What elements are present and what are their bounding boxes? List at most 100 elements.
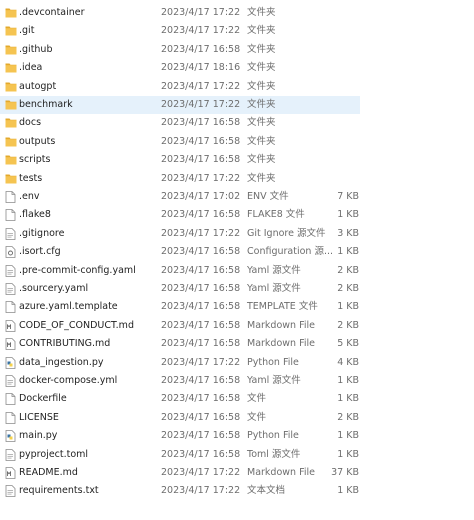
folder-icon bbox=[5, 25, 17, 37]
file-name: scripts bbox=[19, 154, 51, 166]
file-size: 3 KB bbox=[337, 227, 359, 239]
file-modified-date: 2023/4/17 17:22 bbox=[161, 80, 241, 92]
file-type: 文件夹 bbox=[247, 99, 276, 110]
text-file-icon bbox=[5, 485, 16, 498]
file-modified-date: 2023/4/17 16:58 bbox=[161, 448, 241, 460]
file-name: outputs bbox=[19, 135, 56, 147]
file-name: .gitignore bbox=[19, 227, 65, 239]
file-modified-date: 2023/4/17 16:58 bbox=[161, 154, 241, 166]
file-modified-date: 2023/4/17 16:58 bbox=[161, 338, 241, 350]
file-row[interactable]: README.md 2023/4/17 17:22 Markdown File 37 … bbox=[0, 464, 474, 482]
file-type: Markdown File bbox=[247, 319, 315, 331]
file-row[interactable]: CONTRIBUTING.md 2023/4/17 16:58 Markdown F… bbox=[0, 335, 474, 353]
file-name: .git bbox=[19, 25, 35, 37]
file-type: Yaml 源文件 bbox=[247, 264, 301, 276]
file-row[interactable]: outputs 2023/4/17 16:58 文件夹 bbox=[0, 133, 474, 151]
folder-icon bbox=[5, 154, 17, 166]
file-modified-date: 2023/4/17 17:22 bbox=[161, 356, 241, 368]
file-modified-date: 2023/4/17 16:58 bbox=[161, 264, 241, 276]
file-size: 2 KB bbox=[337, 283, 359, 294]
file-type: 文件夹 bbox=[247, 7, 276, 18]
file-modified-date: 2023/4/17 16:58 bbox=[161, 135, 241, 147]
file-row[interactable]: .pre-commit-config.yaml 2023/4/17 16:58 Ya… bbox=[0, 262, 474, 280]
file-type: Yaml 源文件 bbox=[247, 283, 301, 294]
folder-icon bbox=[5, 81, 17, 93]
file-type: 文件夹 bbox=[247, 117, 276, 129]
file-row[interactable]: LICENSE 2023/4/17 16:58 文件 2 KB bbox=[0, 409, 474, 427]
file-row[interactable]: .flake8 2023/4/17 16:58 FLAKE8 文件 1 KB bbox=[0, 206, 474, 224]
file-row[interactable]: pyproject.toml 2023/4/17 16:58 Toml 源文件 1 K… bbox=[0, 446, 474, 464]
file-name: .isort.cfg bbox=[19, 246, 61, 258]
file-size: 1 KB bbox=[337, 301, 359, 313]
config-file-icon bbox=[5, 246, 16, 259]
file-name: .pre-commit-config.yaml bbox=[19, 264, 136, 276]
file-size: 1 KB bbox=[337, 375, 359, 386]
file-row[interactable]: docs 2023/4/17 16:58 文件夹 bbox=[0, 114, 474, 132]
file-type: 文件夹 bbox=[247, 135, 276, 147]
file-row[interactable]: requirements.txt 2023/4/17 17:22 文本文档 1 KB bbox=[0, 482, 474, 500]
file-name: .idea bbox=[19, 62, 43, 74]
file-icon bbox=[5, 209, 16, 222]
file-size: 37 KB bbox=[331, 467, 359, 478]
file-type: 文件夹 bbox=[247, 172, 276, 184]
text-file-icon bbox=[5, 448, 16, 461]
file-modified-date: 2023/4/17 16:58 bbox=[161, 209, 241, 221]
file-modified-date: 2023/4/17 17:22 bbox=[161, 25, 241, 37]
file-row[interactable]: main.py 2023/4/17 16:58 Python File 1 KB bbox=[0, 427, 474, 445]
file-modified-date: 2023/4/17 16:58 bbox=[161, 411, 241, 423]
file-row[interactable]: docker-compose.yml 2023/4/17 16:58 Yaml 源文… bbox=[0, 372, 474, 390]
file-row[interactable]: .env 2023/4/17 17:02 ENV 文件 7 KB bbox=[0, 188, 474, 206]
file-type: 文本文档 bbox=[247, 485, 286, 497]
file-name: docs bbox=[19, 117, 42, 129]
file-modified-date: 2023/4/17 17:22 bbox=[161, 467, 241, 478]
file-type: Yaml 源文件 bbox=[247, 375, 301, 386]
file-modified-date: 2023/4/17 16:58 bbox=[161, 283, 241, 294]
file-row[interactable]: .github 2023/4/17 16:58 文件夹 bbox=[0, 41, 474, 59]
file-row[interactable]: CODE_OF_CONDUCT.md 2023/4/17 16:58 Markdow… bbox=[0, 317, 474, 335]
file-size: 1 KB bbox=[337, 485, 359, 497]
file-row[interactable]: tests 2023/4/17 17:22 文件夹 bbox=[0, 170, 474, 188]
file-row[interactable]: autogpt 2023/4/17 17:22 文件夹 bbox=[0, 78, 474, 96]
file-row[interactable]: azure.yaml.template 2023/4/17 16:58 TEMPLA… bbox=[0, 298, 474, 316]
folder-icon bbox=[5, 44, 17, 56]
file-type: ENV 文件 bbox=[247, 191, 289, 202]
file-name: .flake8 bbox=[19, 209, 51, 221]
file-row[interactable]: .git 2023/4/17 17:22 文件夹 bbox=[0, 22, 474, 40]
file-name: README.md bbox=[19, 467, 78, 478]
file-type: TEMPLATE 文件 bbox=[247, 301, 318, 313]
file-size: 1 KB bbox=[337, 430, 359, 442]
folder-icon bbox=[5, 117, 17, 129]
file-list: .devcontainer 2023/4/17 17:22 文件夹 .git 2023/… bbox=[0, 0, 474, 520]
file-size: 2 KB bbox=[337, 411, 359, 423]
markdown-file-icon bbox=[5, 338, 16, 351]
file-row[interactable]: .sourcery.yaml 2023/4/17 16:58 Yaml 源文件 2 K… bbox=[0, 280, 474, 298]
file-name: CODE_OF_CONDUCT.md bbox=[19, 319, 134, 331]
file-modified-date: 2023/4/17 18:16 bbox=[161, 62, 241, 74]
file-type: Markdown File bbox=[247, 338, 315, 350]
file-modified-date: 2023/4/17 16:58 bbox=[161, 117, 241, 129]
text-file-icon bbox=[5, 227, 16, 240]
file-row-selected[interactable]: benchmark 2023/4/17 17:22 文件夹 bbox=[0, 96, 360, 115]
file-name: azure.yaml.template bbox=[19, 301, 118, 313]
file-type: 文件 bbox=[247, 393, 267, 405]
folder-icon bbox=[5, 62, 17, 74]
file-modified-date: 2023/4/17 16:58 bbox=[161, 430, 241, 442]
text-file-icon bbox=[5, 264, 16, 277]
file-size: 4 KB bbox=[337, 356, 359, 368]
file-row[interactable]: scripts 2023/4/17 16:58 文件夹 bbox=[0, 151, 474, 169]
file-row[interactable]: .gitignore 2023/4/17 17:22 Git Ignore 源文件 3… bbox=[0, 225, 474, 243]
file-size: 2 KB bbox=[337, 264, 359, 276]
file-name: LICENSE bbox=[19, 411, 59, 423]
file-icon bbox=[5, 393, 16, 406]
file-row[interactable]: Dockerfile 2023/4/17 16:58 文件 1 KB bbox=[0, 390, 474, 408]
folder-icon bbox=[5, 99, 17, 111]
file-modified-date: 2023/4/17 16:58 bbox=[161, 375, 241, 386]
file-row[interactable]: data_ingestion.py 2023/4/17 17:22 Python F… bbox=[0, 354, 474, 372]
file-name: CONTRIBUTING.md bbox=[19, 338, 111, 350]
file-row[interactable]: .idea 2023/4/17 18:16 文件夹 bbox=[0, 59, 474, 77]
file-size: 1 KB bbox=[337, 209, 359, 221]
file-row[interactable]: .isort.cfg 2023/4/17 16:58 Configuration 源… bbox=[0, 243, 474, 261]
file-row[interactable]: .devcontainer 2023/4/17 17:22 文件夹 bbox=[0, 4, 474, 22]
file-size: 7 KB bbox=[337, 191, 359, 202]
file-name: pyproject.toml bbox=[19, 448, 89, 460]
